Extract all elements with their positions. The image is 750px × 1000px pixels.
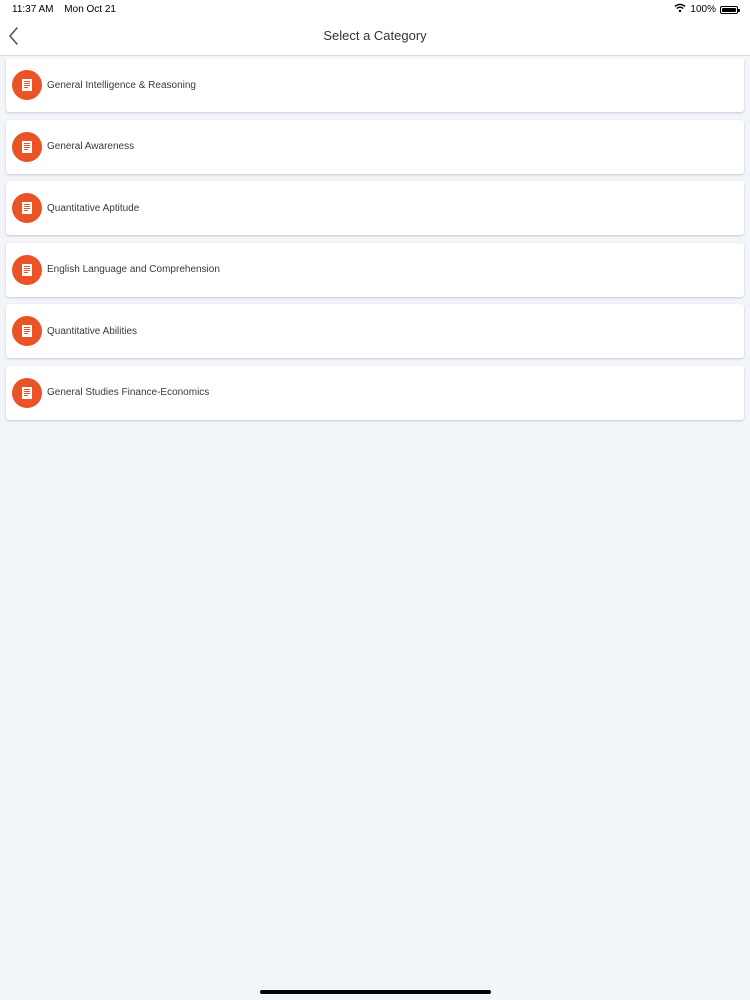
category-item[interactable]: General Intelligence & Reasoning: [6, 58, 744, 112]
category-label: General Studies Finance-Economics: [47, 387, 210, 398]
category-label: English Language and Comprehension: [47, 264, 220, 275]
category-label: Quantitative Abilities: [47, 325, 138, 337]
category-list: General Intelligence & Reasoning General…: [6, 58, 744, 427]
nav-bar: Select a Category: [0, 18, 750, 56]
document-icon: [12, 377, 42, 408]
status-time: 11:37 AM: [12, 4, 54, 15]
status-right: 100%: [674, 3, 740, 16]
wifi-icon: [674, 3, 686, 16]
category-label: Quantitative Aptitude: [47, 202, 140, 214]
category-item[interactable]: Quantitative Aptitude: [6, 181, 744, 235]
category-item[interactable]: General Studies Finance-Economics: [6, 365, 744, 420]
document-icon: [12, 254, 42, 285]
category-item[interactable]: General Awareness: [6, 119, 744, 174]
battery-icon: [720, 5, 740, 14]
category-item[interactable]: English Language and Comprehension: [6, 242, 744, 297]
battery-percent: 100%: [690, 4, 716, 15]
status-left: 11:37 AM Mon Oct 21: [12, 4, 124, 15]
document-icon: [12, 193, 42, 223]
document-icon: [12, 70, 42, 100]
document-icon: [12, 316, 42, 346]
category-label: General Intelligence & Reasoning: [47, 79, 196, 91]
home-indicator[interactable]: [260, 990, 491, 994]
battery-fill: [722, 7, 736, 12]
category-item[interactable]: Quantitative Abilities: [6, 304, 744, 358]
status-bar: 11:37 AM Mon Oct 21 100%: [0, 0, 750, 18]
status-date: Mon Oct 21: [64, 4, 116, 15]
category-label: General Awareness: [47, 141, 135, 152]
page-title: Select a Category: [323, 28, 427, 43]
document-icon: [12, 131, 42, 162]
